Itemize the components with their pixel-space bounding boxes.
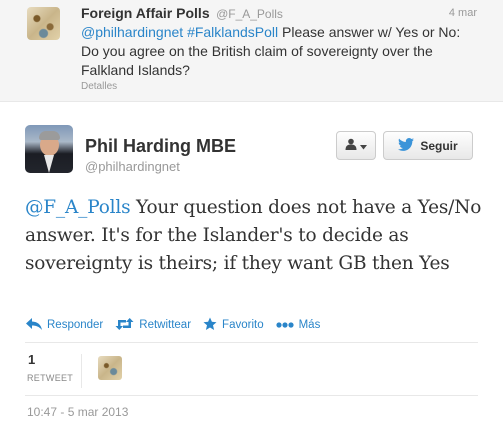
favorite-label: Favorito [222,319,264,331]
more-dots-icon [275,319,294,331]
parent-author-name[interactable]: Foreign Affair Polls [81,5,210,21]
retweet-count[interactable]: 1 [28,352,35,367]
chevron-down-icon [360,137,367,155]
retweet-count-label[interactable]: RETWEET [27,373,73,383]
retweet-action[interactable]: Retwittear [115,317,192,333]
parent-tweet-text: @philhardingnet #FalklandsPoll Please an… [81,23,476,80]
user-actions-button[interactable] [336,131,376,160]
twitter-bird-icon [398,137,415,154]
details-link[interactable]: Detalles [81,81,117,92]
author-handle[interactable]: @philhardingnet [85,159,180,174]
divider [25,342,478,343]
star-icon [203,317,217,334]
author-avatar[interactable] [25,125,73,173]
reply-label: Responder [47,319,104,331]
parent-avatar[interactable] [27,7,60,40]
more-label: Más [298,319,321,331]
tweet-timestamp[interactable]: 10:47 - 5 mar 2013 [27,405,128,419]
retweeter-avatar[interactable] [98,356,122,380]
parent-tweet-date[interactable]: 4 mar [449,7,477,19]
favorite-action[interactable]: Favorito [203,317,264,334]
user-icon [345,137,357,155]
retweet-label: Retwittear [139,319,192,331]
mention-link[interactable]: @F_A_Polls [25,197,131,218]
parent-author[interactable]: Foreign Affair Polls @F_A_Polls [81,5,283,23]
more-action[interactable]: Más [275,319,321,331]
parent-mention-link[interactable]: @philhardingnet [81,24,183,40]
stats-divider [81,354,82,388]
tweet-text: @F_A_Polls Your question does not have a… [25,194,485,278]
reply-action[interactable]: Responder [26,317,104,333]
parent-tweet[interactable]: Foreign Affair Polls @F_A_Polls 4 mar @p… [0,0,503,102]
parent-author-handle[interactable]: @F_A_Polls [216,7,283,21]
tweet-actions: Responder Retwittear Favorito Más [26,317,332,333]
reply-icon [26,317,42,333]
follow-button[interactable]: Seguir [383,131,473,160]
divider [25,395,478,396]
author-name[interactable]: Phil Harding MBE [85,136,236,157]
retweet-icon [115,317,134,333]
parent-hashtag-link[interactable]: #FalklandsPoll [187,24,278,40]
follow-button-label: Seguir [420,138,458,153]
